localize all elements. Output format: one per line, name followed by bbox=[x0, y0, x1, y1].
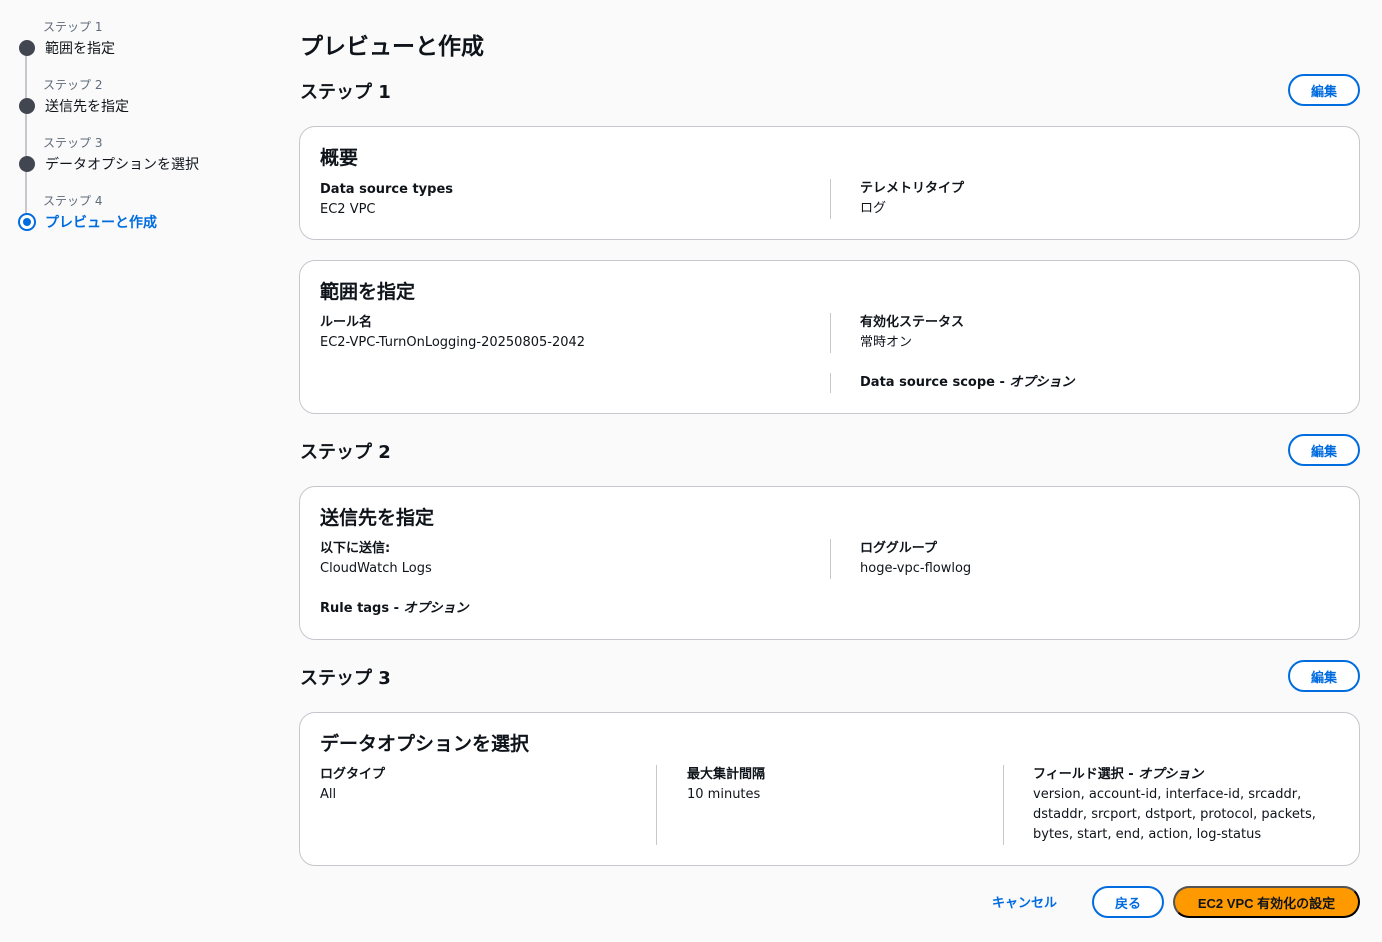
step-number: ステップ 2 bbox=[43, 78, 103, 92]
data-source-scope-field: Data source scope - オプション bbox=[860, 373, 1074, 393]
completed-step-icon bbox=[19, 156, 35, 172]
field-label: フィールド選択 - オプション bbox=[1033, 765, 1333, 785]
optional-label: オプション bbox=[1009, 375, 1075, 390]
destination-card: 送信先を指定 以下に送信: CloudWatch Logs ロググループ hog… bbox=[299, 486, 1360, 640]
field-value: hoge-vpc-flowlog bbox=[860, 561, 972, 576]
step-2-heading: ステップ 2 bbox=[300, 442, 391, 463]
optional-label: オプション bbox=[1138, 767, 1204, 782]
column-divider bbox=[1003, 765, 1004, 845]
column-divider bbox=[830, 179, 831, 219]
max-aggregation-interval-field: 最大集計間隔 10 minutes bbox=[687, 765, 765, 805]
column-divider bbox=[656, 765, 657, 845]
field-value: 常時オン bbox=[860, 335, 913, 350]
step-1-header: ステップ 1 編集 bbox=[300, 74, 1360, 106]
overview-card: 概要 Data source types EC2 VPC テレメトリタイプ ログ bbox=[299, 126, 1360, 240]
field-value: ログ bbox=[860, 201, 887, 216]
log-type-field: ログタイプ All bbox=[320, 765, 385, 805]
field-selection-field: フィールド選択 - オプション version, account-id, int… bbox=[1033, 765, 1333, 845]
step-number: ステップ 1 bbox=[43, 20, 103, 34]
page-title: プレビューと作成 bbox=[300, 34, 484, 60]
field-label: テレメトリタイプ bbox=[860, 181, 965, 196]
data-options-card: データオプションを選択 ログタイプ All 最大集計間隔 10 minutes … bbox=[299, 712, 1360, 866]
field-value: EC2-VPC-TurnOnLogging-20250805-2042 bbox=[320, 335, 586, 350]
submit-button[interactable]: EC2 VPC 有効化の設定 bbox=[1173, 886, 1360, 918]
log-group-field: ロググループ hoge-vpc-flowlog bbox=[860, 539, 971, 579]
completed-step-icon bbox=[19, 40, 35, 56]
column-divider bbox=[830, 313, 831, 353]
card-title: 送信先を指定 bbox=[320, 507, 435, 529]
step-2-header: ステップ 2 編集 bbox=[300, 434, 1360, 466]
card-title: 範囲を指定 bbox=[320, 281, 416, 303]
step-3-header: ステップ 3 編集 bbox=[300, 660, 1360, 692]
edit-step-3-button[interactable]: 編集 bbox=[1288, 660, 1360, 692]
field-label: Data source types bbox=[320, 182, 454, 197]
edit-step-1-button[interactable]: 編集 bbox=[1288, 74, 1360, 106]
field-label: 有効化ステータス bbox=[860, 315, 965, 330]
step-title[interactable]: データオプションを選択 bbox=[45, 154, 199, 174]
step-number: ステップ 4 bbox=[43, 194, 103, 208]
step-1-heading: ステップ 1 bbox=[300, 82, 391, 103]
enable-status-field: 有効化ステータス 常時オン bbox=[860, 313, 964, 353]
step-connector-line bbox=[25, 114, 27, 156]
field-value: EC2 VPC bbox=[320, 202, 376, 217]
field-label: Rule tags - オプション bbox=[320, 599, 469, 619]
telemetry-type-field: テレメトリタイプ ログ bbox=[860, 179, 964, 219]
data-source-types-field: Data source types EC2 VPC bbox=[320, 180, 453, 220]
field-value: version, account-id, interface-id, srcad… bbox=[1033, 787, 1316, 842]
field-label: Data source scope - オプション bbox=[860, 373, 1074, 393]
field-value: CloudWatch Logs bbox=[320, 561, 432, 576]
field-label: 最大集計間隔 bbox=[687, 767, 766, 782]
edit-step-2-button[interactable]: 編集 bbox=[1288, 434, 1360, 466]
column-divider bbox=[830, 373, 831, 393]
back-button[interactable]: 戻る bbox=[1092, 886, 1164, 918]
step-connector-line bbox=[25, 172, 27, 214]
field-value: 10 minutes bbox=[687, 787, 761, 802]
step-title[interactable]: 範囲を指定 bbox=[45, 38, 115, 58]
step-title[interactable]: 送信先を指定 bbox=[45, 96, 129, 116]
step-connector-line bbox=[25, 56, 27, 98]
rule-name-field: ルール名 EC2-VPC-TurnOnLogging-20250805-2042 bbox=[320, 313, 585, 353]
card-title: 概要 bbox=[320, 147, 359, 169]
completed-step-icon bbox=[19, 98, 35, 114]
field-label-text: Data source scope - bbox=[860, 375, 1010, 390]
step-title: プレビューと作成 bbox=[45, 215, 157, 231]
send-to-field: 以下に送信: CloudWatch Logs bbox=[320, 539, 432, 579]
wizard-steps-nav: ステップ 1 範囲を指定 ステップ 2 送信先を指定 ステップ 3 データオプシ… bbox=[0, 0, 260, 260]
step-3-heading: ステップ 3 bbox=[300, 668, 391, 689]
field-label: ルール名 bbox=[320, 315, 373, 330]
field-label-text: フィールド選択 - bbox=[1033, 767, 1139, 782]
optional-label: オプション bbox=[403, 601, 469, 616]
column-divider bbox=[830, 539, 831, 579]
rule-tags-field: Rule tags - オプション bbox=[320, 599, 469, 619]
field-value: All bbox=[320, 787, 337, 802]
cancel-button[interactable]: キャンセル bbox=[992, 892, 1057, 911]
field-label: 以下に送信: bbox=[320, 541, 391, 556]
step-number: ステップ 3 bbox=[43, 136, 103, 150]
field-label-text: Rule tags - bbox=[320, 601, 404, 616]
scope-card: 範囲を指定 ルール名 EC2-VPC-TurnOnLogging-2025080… bbox=[299, 260, 1360, 414]
field-label: ログタイプ bbox=[320, 767, 386, 782]
current-step-icon bbox=[18, 213, 36, 231]
card-title: データオプションを選択 bbox=[320, 733, 530, 755]
field-label: ロググループ bbox=[860, 541, 937, 556]
